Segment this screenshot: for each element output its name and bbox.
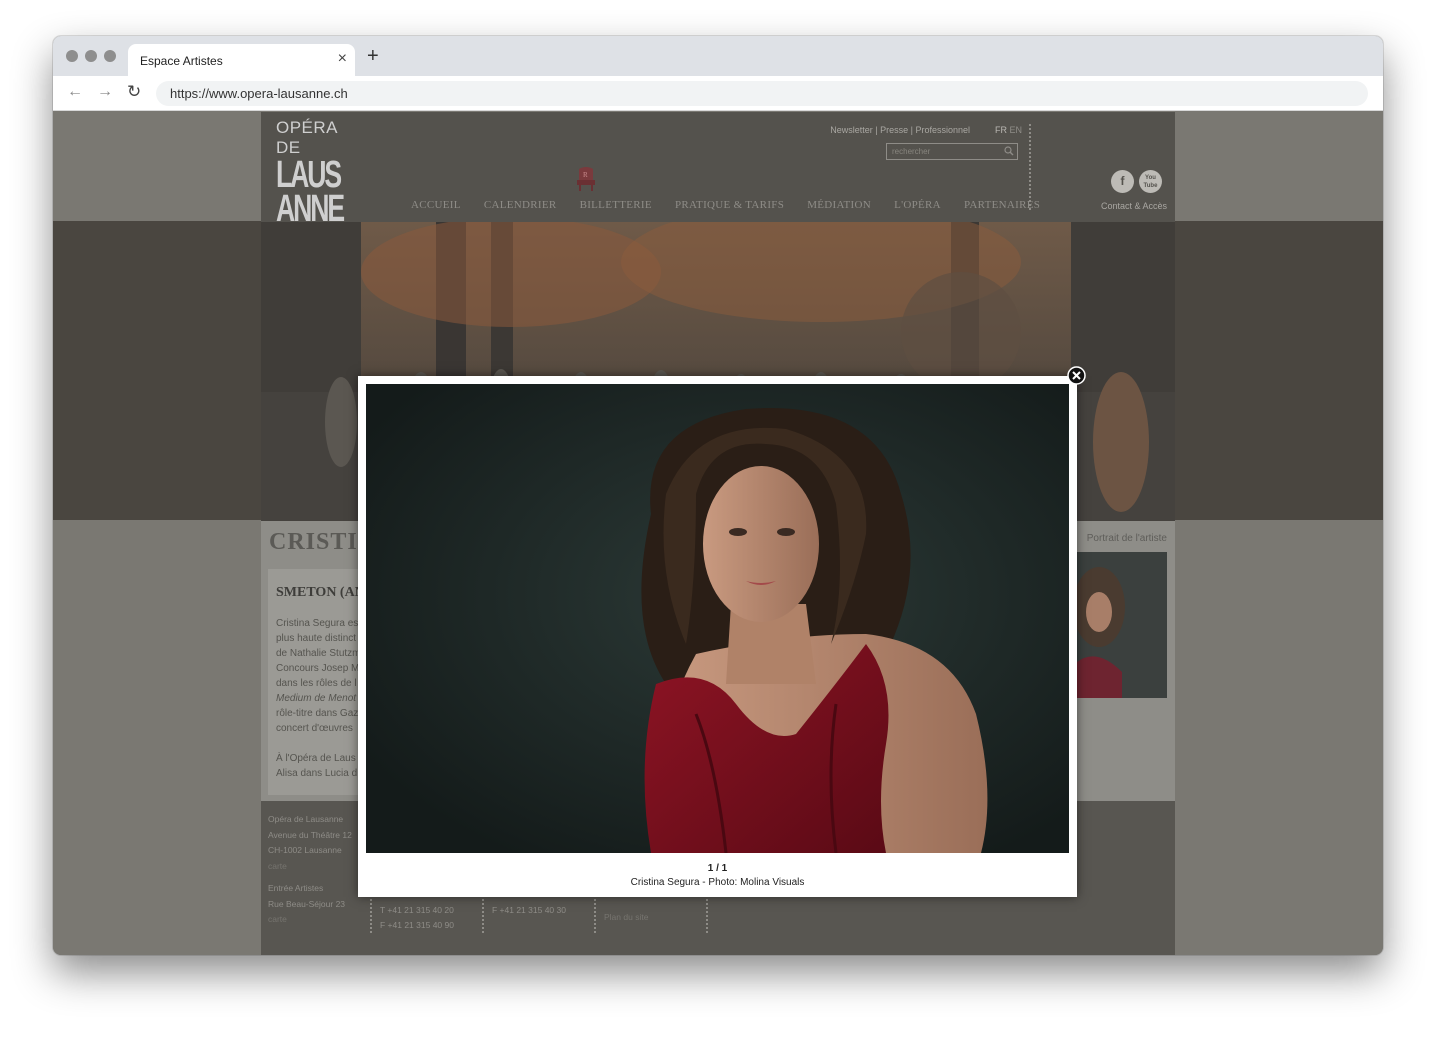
reload-icon[interactable]: ↻ bbox=[127, 83, 141, 101]
artist-portrait-photo bbox=[366, 384, 1069, 853]
tab-close-icon[interactable]: × bbox=[338, 50, 347, 68]
window-close-dot[interactable] bbox=[66, 50, 78, 62]
forward-icon[interactable]: → bbox=[97, 83, 113, 101]
tab-title: Espace Artistes bbox=[140, 54, 223, 68]
url-input[interactable]: https://www.opera-lausanne.ch bbox=[156, 81, 1368, 106]
lightbox-close-icon[interactable] bbox=[1067, 366, 1086, 385]
lightbox: 1 / 1 Cristina Segura - Photo: Molina Vi… bbox=[358, 376, 1077, 897]
address-bar: ← → ↻ https://www.opera-lausanne.ch bbox=[53, 76, 1383, 111]
page-viewport: OPÉRA DE LAUS ANNE Newsletter | Presse |… bbox=[53, 112, 1383, 955]
lightbox-caption: Cristina Segura - Photo: Molina Visuals bbox=[630, 877, 805, 888]
new-tab-icon[interactable]: + bbox=[367, 46, 379, 66]
lightbox-photo bbox=[366, 384, 1069, 853]
tab-bar: Espace Artistes × + bbox=[53, 36, 1383, 76]
window-zoom-dot[interactable] bbox=[104, 50, 116, 62]
browser-tab[interactable]: Espace Artistes × bbox=[128, 44, 355, 76]
lightbox-overlay[interactable]: 1 / 1 Cristina Segura - Photo: Molina Vi… bbox=[53, 112, 1383, 955]
back-icon[interactable]: ← bbox=[67, 83, 83, 101]
window-minimize-dot[interactable] bbox=[85, 50, 97, 62]
browser-window: Espace Artistes × + ← → ↻ https://www.op… bbox=[53, 36, 1383, 955]
lightbox-counter: 1 / 1 bbox=[707, 863, 728, 874]
